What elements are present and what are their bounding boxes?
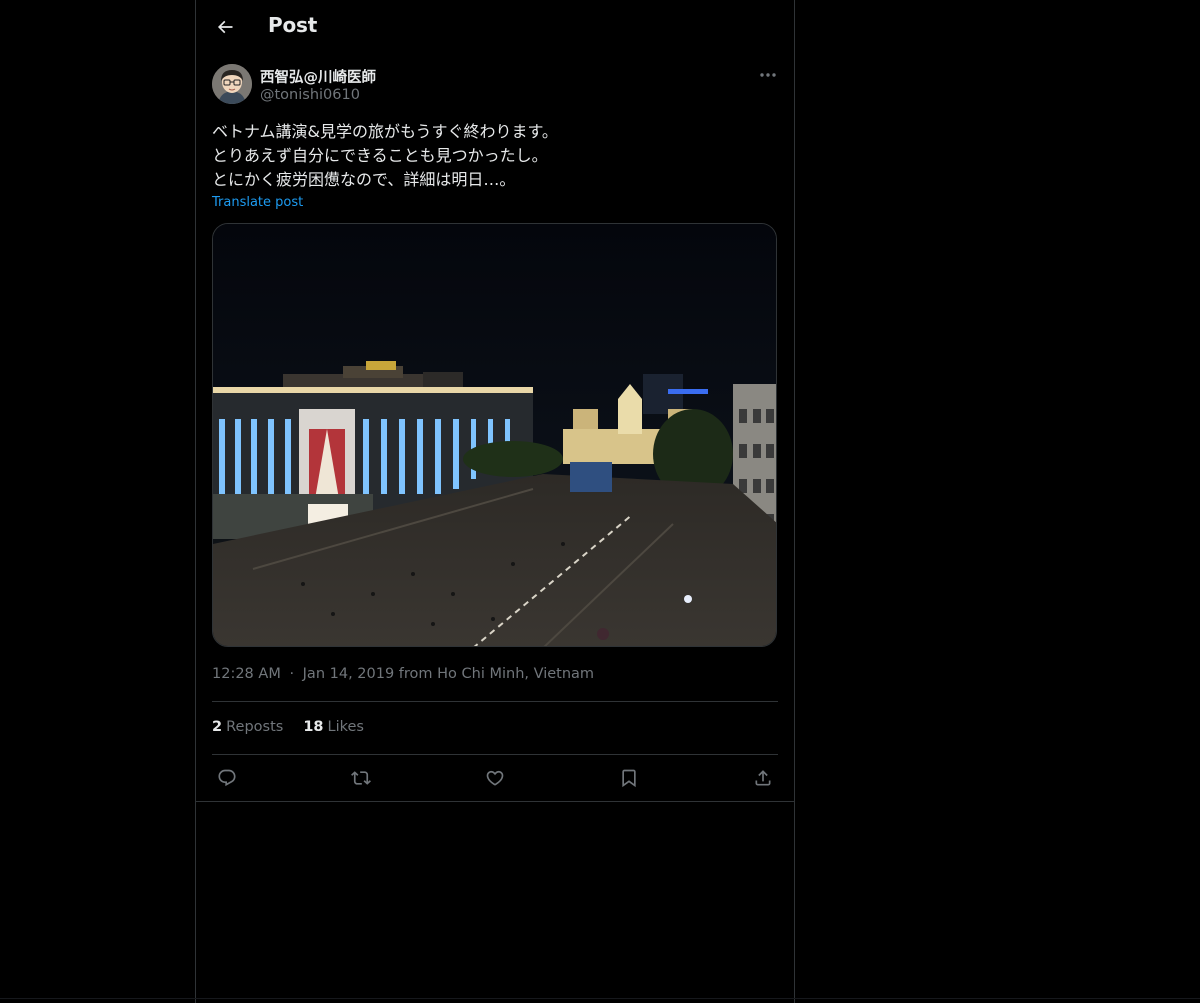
avatar[interactable]: [212, 64, 252, 104]
reposts-count: 2: [212, 719, 223, 735]
heart-icon: [485, 768, 505, 788]
post-date[interactable]: Jan 14, 2019: [303, 666, 395, 682]
translate-post-link[interactable]: Translate post: [212, 195, 303, 210]
repost-button[interactable]: [345, 762, 377, 794]
meta-separator: ·: [289, 666, 295, 682]
more-horizontal-icon: [759, 72, 777, 78]
back-button[interactable]: [208, 10, 242, 44]
post-detail-column: Post 西智弘@川崎医師 @tonishi0610 ベトナム講演&見学の旅がも…: [195, 0, 795, 1003]
author-handle[interactable]: @tonishi0610: [260, 87, 360, 103]
bookmark-button[interactable]: [613, 762, 645, 794]
divider: [212, 701, 778, 702]
more-options-button[interactable]: [756, 65, 780, 85]
action-bar: [212, 762, 778, 794]
post-meta: 12:28 AM · Jan 14, 2019 from Ho Chi Minh…: [212, 666, 594, 682]
likes-stat[interactable]: 18 Likes: [303, 719, 364, 735]
bookmark-icon: [619, 768, 639, 788]
arrow-left-icon: [215, 17, 235, 37]
post-image[interactable]: [212, 223, 777, 647]
reposts-label: Reposts: [226, 719, 284, 735]
share-button[interactable]: [747, 762, 779, 794]
post-stats: 2 Reposts 18 Likes: [212, 719, 364, 735]
author-display-name[interactable]: 西智弘@川崎医師: [260, 66, 376, 87]
likes-label: Likes: [327, 719, 364, 735]
post-location: from Ho Chi Minh, Vietnam: [398, 666, 595, 682]
repost-icon: [351, 768, 371, 788]
page-bottom-divider: [0, 998, 1200, 999]
post-time[interactable]: 12:28 AM: [212, 666, 281, 682]
share-icon: [753, 768, 773, 788]
like-button[interactable]: [479, 762, 511, 794]
reply-icon: [217, 768, 237, 788]
likes-count: 18: [303, 719, 324, 735]
page-title: Post: [268, 13, 318, 37]
post-text: ベトナム講演&見学の旅がもうすぐ終わります。 とりあえず自分にできることも見つか…: [212, 122, 558, 189]
reply-button[interactable]: [211, 762, 243, 794]
reposts-stat[interactable]: 2 Reposts: [212, 719, 283, 735]
divider: [212, 754, 778, 755]
post-bottom-border: [196, 801, 794, 802]
page-header: Post: [196, 0, 794, 53]
